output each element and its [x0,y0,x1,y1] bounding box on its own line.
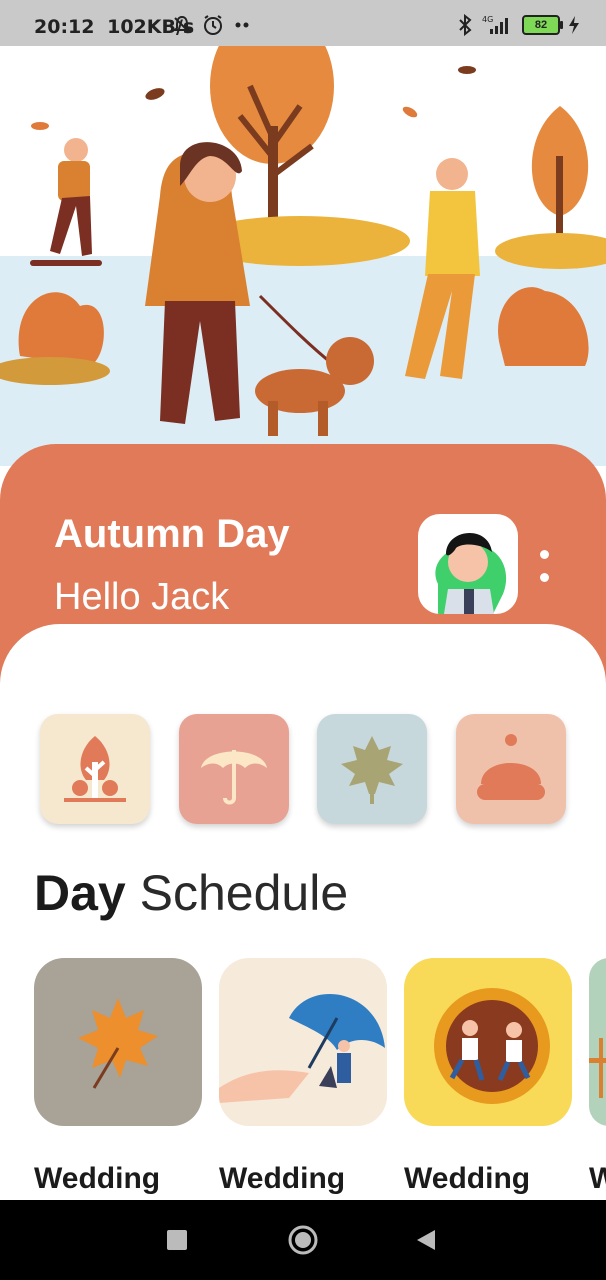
back-triangle-icon [417,1230,435,1250]
system-navigation-bar [0,1200,606,1280]
battery-level: 82 [534,19,548,31]
schedule-card-label: Wedding [404,1162,531,1195]
umbrella-icon [201,750,267,805]
battery-indicator: 82 [522,15,563,35]
section-title-light: Schedule [139,865,349,921]
charging-icon [569,16,579,34]
maple-leaf-image [78,998,158,1089]
greeting: Hello Jack [54,576,230,618]
schedule-card-label: Wedding [34,1162,161,1195]
runners-image [434,988,550,1104]
travel-umbrella-image [219,994,385,1103]
status-right: 4G 82 [458,14,580,36]
schedule-card[interactable] [589,958,606,1126]
category-hat-button[interactable] [456,714,566,824]
hero-illustration [0,46,606,466]
schedule-card-label: Wedding [219,1162,346,1195]
bluetooth-icon [459,14,472,36]
tree-icon [64,736,126,802]
schedule-card[interactable] [219,958,387,1126]
bell-off-icon [172,15,192,33]
signal-icon: 4G [482,15,508,34]
page-title: Autumn Day [54,512,290,556]
section-title: Day Schedule [34,864,348,922]
category-leaf-button[interactable] [317,714,427,824]
square-icon [167,1230,187,1250]
avatar-image [435,533,507,614]
schedule-card[interactable] [404,958,572,1126]
hat-icon [477,734,545,800]
category-umbrella-button[interactable] [179,714,289,824]
recents-button[interactable] [157,1220,197,1260]
home-circle-icon [288,1225,318,1255]
maple-leaf-icon [341,736,403,804]
section-title-bold: Day [34,865,126,921]
dots-icon [235,22,249,28]
autumn-park-illustration [0,46,606,466]
schedule-card[interactable] [34,958,202,1126]
status-time: 20:12 [34,16,95,38]
status-icons [172,14,250,36]
home-button[interactable] [283,1220,323,1260]
category-tree-button[interactable] [40,714,150,824]
status-bar: 20:12 102KB/s 4G 82 [0,0,606,46]
alarm-icon [204,15,222,35]
more-options-icon[interactable] [534,544,554,596]
svg-text:4G: 4G [482,15,493,24]
back-button[interactable] [406,1220,446,1260]
schedule-card-label: W [589,1162,606,1195]
park-image [589,1038,606,1098]
avatar[interactable] [418,514,518,614]
